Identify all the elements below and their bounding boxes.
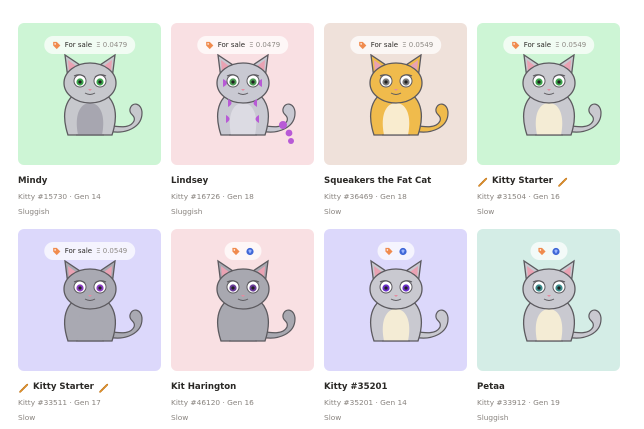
tag-icon [52, 41, 61, 50]
sale-label: For sale [370, 41, 399, 49]
kitty-id-gen: Kitty #35201 · Gen 14 [324, 398, 407, 407]
for-sale-badge: For sale Ξ 0.0479 [196, 36, 289, 54]
blue-gem-icon [245, 247, 254, 256]
kitty-card[interactable]: For sale Ξ 0.0549 Kitty Starter Kitty #3… [477, 23, 620, 217]
kitty-id-gen: Kitty #46120 · Gen 16 [171, 398, 254, 407]
for-sale-badge: For sale Ξ 0.0549 [349, 36, 442, 54]
kitty-id-gen: Kitty #33912 · Gen 19 [477, 398, 560, 407]
kitty-name-text: Kitty Starter [492, 176, 553, 186]
kitty-id-gen: Kitty #31504 · Gen 16 [477, 192, 560, 201]
sale-price: Ξ 0.0479 [249, 41, 281, 49]
tag-icon [52, 247, 61, 256]
tag-icon [537, 247, 546, 256]
tag-icon [231, 247, 240, 256]
status-badges [224, 242, 261, 260]
kitty-name-text: Squeakers the Fat Cat [324, 176, 432, 186]
sale-price: Ξ 0.0549 [96, 247, 128, 255]
kitty-name-text: Kitty Starter [33, 382, 94, 392]
kitty-speed: Slow [324, 413, 342, 422]
sale-label: For sale [64, 247, 93, 255]
carrot-icon [18, 382, 29, 393]
kitty-image-tile[interactable]: For sale Ξ 0.0549 [477, 23, 620, 165]
kitty-speed: Sluggish [18, 207, 50, 216]
kitty-speed: Slow [477, 207, 495, 216]
kitty-speed: Slow [324, 207, 342, 216]
sale-price: Ξ 0.0479 [96, 41, 128, 49]
kitty-image-tile[interactable] [171, 229, 314, 371]
kitty-id-gen: Kitty #15730 · Gen 14 [18, 192, 101, 201]
blue-gem-icon [398, 247, 407, 256]
kitty-id-gen: Kitty #36469 · Gen 18 [324, 192, 407, 201]
kitty-speed: Sluggish [477, 413, 509, 422]
kitty-name-text: Kit Harington [171, 382, 237, 392]
kitty-speed: Sluggish [171, 207, 203, 216]
sale-label: For sale [523, 41, 552, 49]
tag-icon [358, 41, 367, 50]
carrot-icon [557, 176, 568, 187]
kitty-image-tile[interactable]: For sale Ξ 0.0479 [171, 23, 314, 165]
kitty-name-text: Lindsey [171, 176, 209, 186]
kitty-name[interactable]: Squeakers the Fat Cat [324, 176, 467, 187]
kitty-card[interactable]: For sale Ξ 0.0549 Squeakers the Fat Cat … [324, 23, 467, 217]
kitty-speed: Slow [171, 413, 189, 422]
kitty-speed: Slow [18, 413, 36, 422]
kitty-card[interactable]: For sale Ξ 0.0479 Mindy Kitty #15730 · G… [18, 23, 161, 217]
kitty-name-text: Kitty #35201 [324, 382, 388, 392]
kitty-name[interactable]: Kitty Starter [18, 382, 161, 393]
sale-price: Ξ 0.0549 [555, 41, 587, 49]
blue-gem-icon [551, 247, 560, 256]
carrot-icon [477, 176, 488, 187]
status-badges [530, 242, 567, 260]
kitty-name[interactable]: Petaa [477, 382, 620, 393]
sale-label: For sale [217, 41, 246, 49]
kitty-id-gen: Kitty #33511 · Gen 17 [18, 398, 101, 407]
kitty-name[interactable]: Kitty Starter [477, 176, 620, 187]
kitty-name[interactable]: Mindy [18, 176, 161, 187]
kitty-image-tile[interactable] [477, 229, 620, 371]
for-sale-badge: For sale Ξ 0.0549 [43, 242, 136, 260]
kitty-name-text: Mindy [18, 176, 48, 186]
kitty-name[interactable]: Kit Harington [171, 382, 314, 393]
kitty-name[interactable]: Lindsey [171, 176, 314, 187]
kitty-image-tile[interactable] [324, 229, 467, 371]
carrot-icon [98, 382, 109, 393]
kitty-card[interactable]: Petaa Kitty #33912 · Gen 19 Sluggish [477, 229, 620, 423]
kitty-card[interactable]: Kit Harington Kitty #46120 · Gen 16 Slow [171, 229, 314, 423]
tag-icon [384, 247, 393, 256]
kitty-image-tile[interactable]: For sale Ξ 0.0549 [324, 23, 467, 165]
for-sale-badge: For sale Ξ 0.0549 [502, 36, 595, 54]
kitty-image-tile[interactable]: For sale Ξ 0.0479 [18, 23, 161, 165]
for-sale-badge: For sale Ξ 0.0479 [43, 36, 136, 54]
sale-label: For sale [64, 41, 93, 49]
kitty-card[interactable]: For sale Ξ 0.0549 Kitty Starter Kitty #3… [18, 229, 161, 423]
status-badges [377, 242, 414, 260]
kitty-name-text: Petaa [477, 382, 505, 392]
kitty-name[interactable]: Kitty #35201 [324, 382, 467, 393]
tag-icon [205, 41, 214, 50]
kitty-card[interactable]: Kitty #35201 Kitty #35201 · Gen 14 Slow [324, 229, 467, 423]
kitty-id-gen: Kitty #16726 · Gen 18 [171, 192, 254, 201]
kitty-image-tile[interactable]: For sale Ξ 0.0549 [18, 229, 161, 371]
sale-price: Ξ 0.0549 [402, 41, 434, 49]
tag-icon [511, 41, 520, 50]
kitty-card[interactable]: For sale Ξ 0.0479 Lindsey Kitty #16726 ·… [171, 23, 314, 217]
